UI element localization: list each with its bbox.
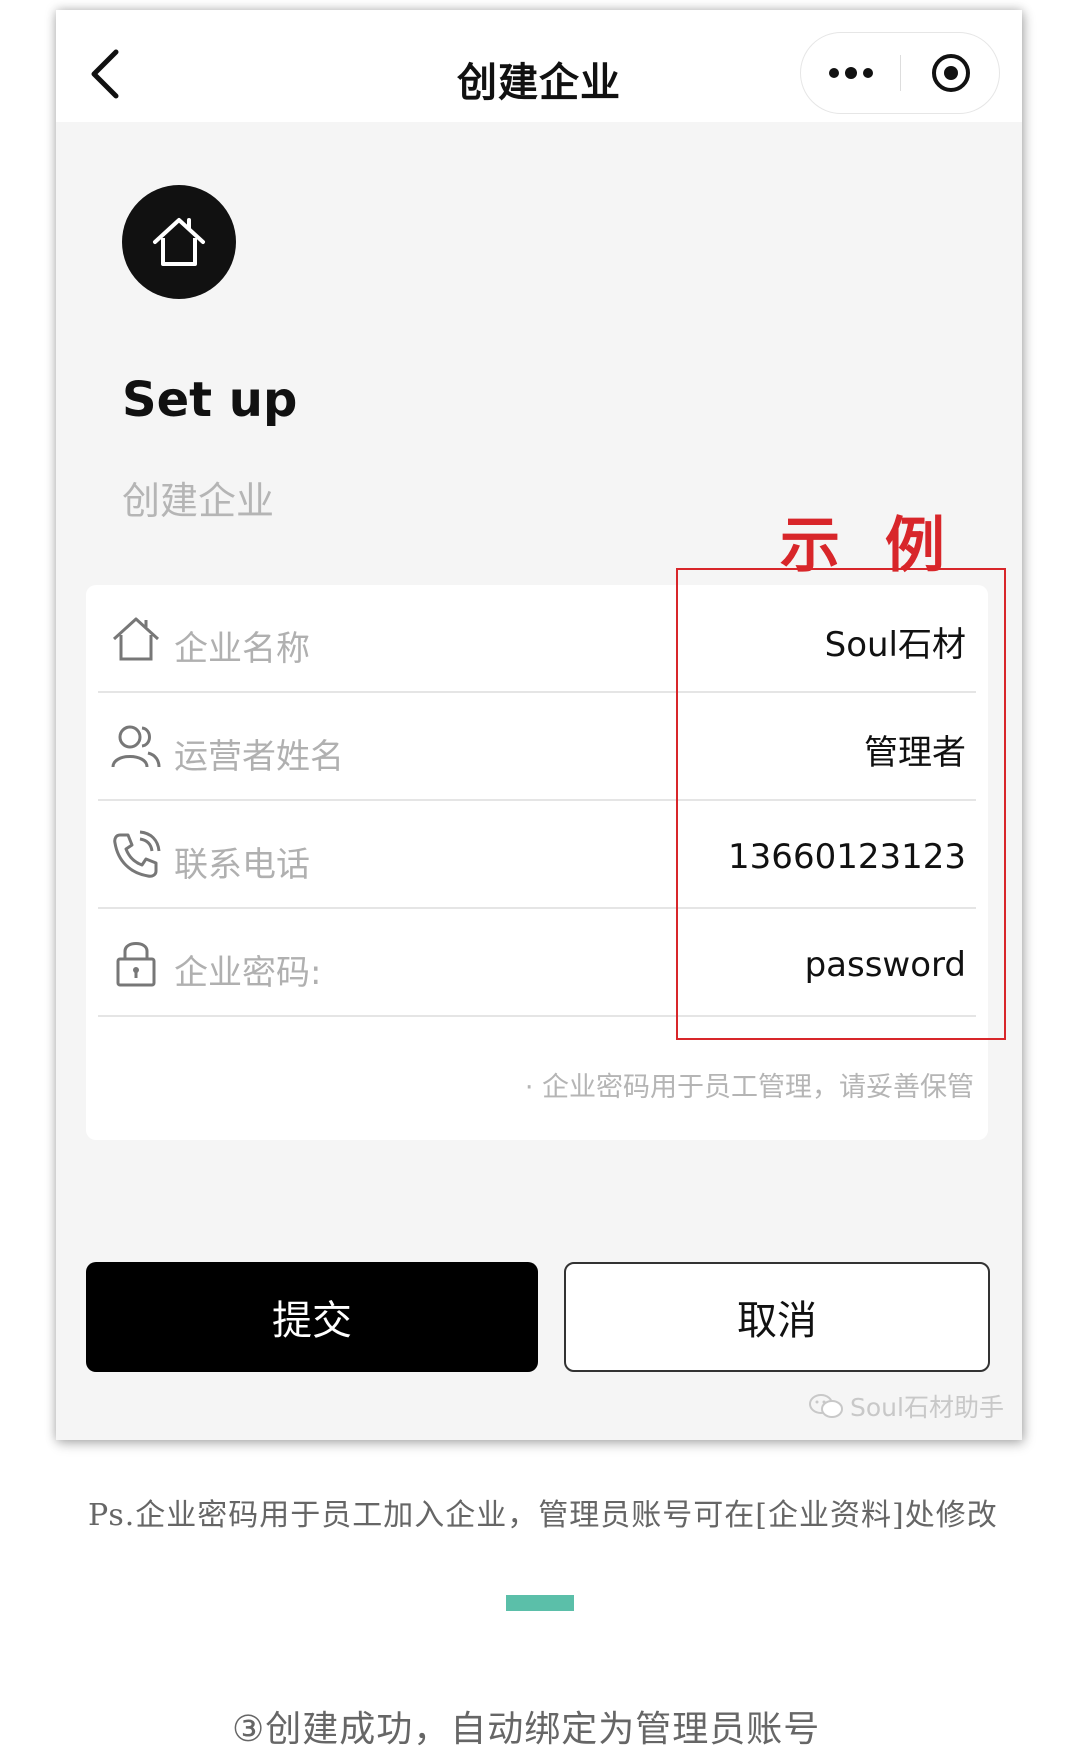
section-divider <box>506 1595 574 1611</box>
cancel-button[interactable]: 取消 <box>564 1262 990 1372</box>
phone-screenshot: 创建企业 Set up 创建企业 示 例 企业名称 Soul石材 运营者姓名 管… <box>56 10 1022 1440</box>
password-label: 企业密码: <box>174 953 322 993</box>
password-hint: · 企业密码用于员工管理，请妥善保管 <box>524 1072 974 1103</box>
home-icon <box>153 218 205 266</box>
setup-title: Set up <box>122 372 298 428</box>
ps-note: Ps.企业密码用于员工加入企业，管理员账号可在[企业资料]处修改 <box>88 1498 998 1533</box>
home-icon <box>112 617 160 661</box>
example-highlight-box <box>676 568 1006 1040</box>
submit-button[interactable]: 提交 <box>86 1262 538 1372</box>
watermark-text: Soul石材助手 <box>850 1393 1004 1422</box>
logo <box>122 185 236 299</box>
more-dots-icon <box>828 67 873 79</box>
watermark: Soul石材助手 <box>808 1388 1004 1424</box>
phone-label: 联系电话 <box>174 845 310 885</box>
wechat-icon <box>809 1394 843 1418</box>
step-caption: ③创建成功，自动绑定为管理员账号 <box>232 1709 821 1750</box>
close-program-button[interactable] <box>901 33 1000 113</box>
navigation-bar: 创建企业 <box>56 10 1022 122</box>
phone-icon <box>113 830 161 878</box>
user-icon <box>111 725 161 768</box>
more-button[interactable] <box>801 33 900 113</box>
lock-icon <box>116 942 156 987</box>
company-name-label: 企业名称 <box>174 629 310 669</box>
operator-name-label: 运营者姓名 <box>174 737 344 777</box>
setup-subtitle: 创建企业 <box>122 479 275 523</box>
mini-program-capsule <box>800 32 1000 114</box>
target-icon <box>931 54 970 92</box>
